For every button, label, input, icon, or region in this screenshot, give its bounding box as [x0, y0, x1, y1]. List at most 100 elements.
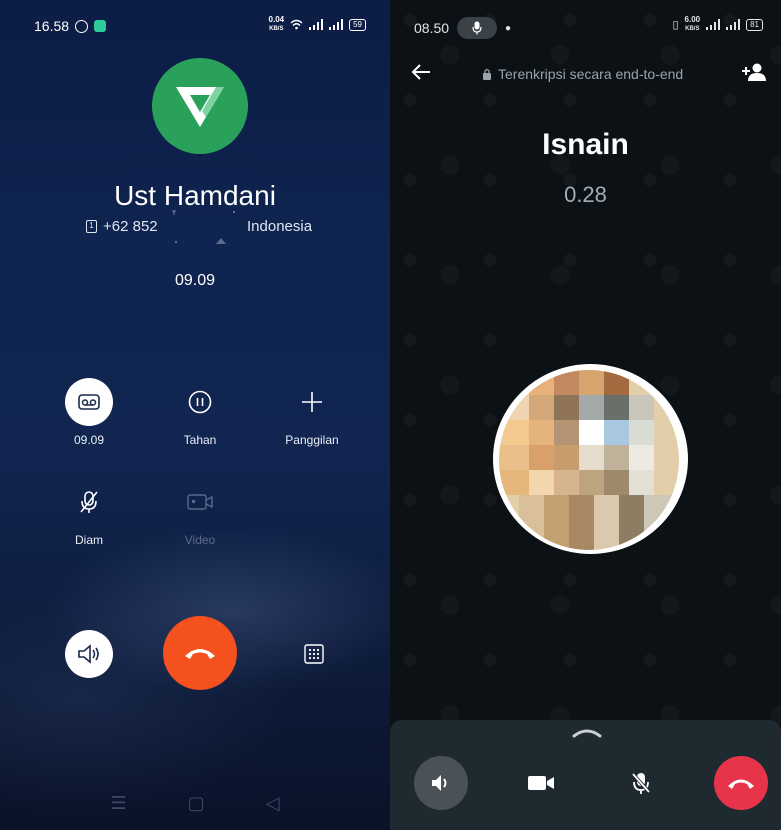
right-phone-whatsapp-call: 08.50 ● ▯ 6.00 KB/S 81 Terenkripsi secar…: [390, 0, 781, 830]
photo-pixel: [544, 495, 569, 550]
photo-pixel: [499, 445, 529, 470]
speaker-button[interactable]: [65, 630, 113, 678]
hang-up-icon: [185, 649, 215, 659]
add-participant-button[interactable]: [741, 62, 767, 87]
vibrate-icon: ▯: [672, 19, 679, 31]
caller-country: Indonesia: [247, 218, 313, 235]
status-time: 08.50: [414, 20, 450, 36]
photo-pixel: [504, 420, 529, 445]
call-duration: 09.09: [174, 272, 216, 289]
photo-pixel: [619, 495, 644, 550]
sim-card-icon: 1: [86, 220, 97, 233]
photo-pixel: [529, 470, 554, 495]
video-call-button[interactable]: [514, 756, 568, 810]
speaker-icon: [432, 775, 447, 791]
battery-indicator: 59: [349, 18, 366, 31]
add-call-label: Panggilan: [285, 433, 339, 447]
caller-number-text: +62 852: [103, 218, 158, 235]
battery-indicator: 81: [746, 18, 763, 31]
signal-icon-2: [726, 19, 741, 30]
contact-photo-pixelated: [493, 364, 688, 554]
keypad-icon: [304, 644, 324, 664]
caller-logo-icon: [176, 87, 224, 127]
app-notification-icon: [94, 20, 107, 32]
record-button[interactable]: 09.09: [44, 378, 134, 447]
whatsapp-icon: [75, 19, 89, 33]
network-speed-value: 6.00: [684, 15, 701, 24]
status-bar-right: 0.04 KB/S 59: [269, 16, 366, 33]
redaction-blur: [172, 210, 235, 244]
add-call-button[interactable]: Panggilan: [267, 378, 357, 447]
home-nav-icon[interactable]: ▢: [188, 793, 205, 814]
network-speed-unit: KB/S: [685, 26, 700, 32]
status-bar-right: ▯ 6.00 KB/S 81: [672, 16, 763, 33]
contact-photo-inner: [499, 370, 679, 550]
photo-pixel: [594, 495, 619, 550]
keypad-button[interactable]: [290, 630, 338, 678]
photo-pixel: [499, 470, 529, 495]
android-nav-bar: ☰ ▢ ◁: [0, 793, 390, 814]
photo-pixel: [579, 470, 604, 495]
photo-pixel: [644, 495, 679, 550]
mute-label: Diam: [74, 533, 103, 547]
network-speed-value: 0.04: [268, 15, 285, 24]
photo-pixel: [604, 370, 629, 395]
signal-icon: [309, 19, 324, 30]
photo-pixel: [529, 395, 554, 420]
call-duration: 0.28: [564, 182, 607, 207]
photo-pixel: [519, 495, 544, 550]
photo-pixel: [554, 395, 579, 420]
signal-icon: [706, 19, 721, 30]
photo-pixel: [554, 470, 579, 495]
photo-pixel: [579, 420, 604, 445]
menu-nav-icon[interactable]: ☰: [111, 793, 127, 814]
contact-name: Isnain: [542, 128, 629, 161]
hold-button[interactable]: Tahan: [155, 378, 245, 447]
notification-dot-icon: ●: [505, 22, 512, 34]
mic-off-icon: [65, 478, 113, 526]
network-speed: 0.04 KB/S: [269, 16, 285, 33]
mic-active-indicator: [457, 17, 498, 39]
back-arrow-icon: [411, 64, 430, 80]
add-call-icon: [288, 378, 336, 426]
hold-label: Tahan: [183, 433, 217, 447]
photo-pixel: [579, 445, 604, 470]
encryption-notice: Terenkripsi secara end-to-end: [482, 66, 683, 82]
photo-pixel: [569, 495, 594, 550]
video-icon: [176, 478, 224, 526]
mic-off-icon: [631, 772, 651, 794]
photo-pixel: [629, 470, 654, 495]
photo-pixel: [554, 420, 579, 445]
record-label: 09.09: [73, 433, 105, 447]
speaker-button[interactable]: [414, 756, 468, 810]
call-header: Terenkripsi secara end-to-end: [390, 62, 781, 88]
photo-pixel: [504, 395, 529, 420]
end-call-button[interactable]: [714, 756, 768, 810]
mute-button[interactable]: Diam: [44, 478, 134, 547]
speaker-icon: [78, 644, 99, 664]
wifi-icon: [290, 19, 303, 30]
network-speed: 6.00 KB/S: [685, 16, 701, 33]
video-camera-icon: [528, 776, 554, 790]
pause-icon: [176, 378, 224, 426]
photo-pixel: [579, 395, 604, 420]
call-controls-panel: [390, 720, 781, 830]
mute-button[interactable]: [614, 756, 668, 810]
hang-up-icon: [728, 779, 754, 789]
encryption-text: Terenkripsi secara end-to-end: [498, 66, 684, 82]
video-label: Video: [184, 533, 216, 547]
back-nav-icon[interactable]: ◁: [266, 793, 280, 814]
chevron-up-icon[interactable]: [572, 728, 602, 738]
photo-pixel: [604, 395, 629, 420]
back-button[interactable]: [410, 62, 432, 87]
end-call-button[interactable]: [163, 616, 237, 690]
photo-pixel: [604, 420, 629, 445]
status-bar-left: 16.58: [34, 18, 107, 34]
network-speed-unit: KB/S: [269, 26, 284, 32]
photo-pixel: [554, 445, 579, 470]
photo-pixel: [604, 445, 629, 470]
mic-icon: [472, 21, 482, 35]
video-button[interactable]: Video: [155, 478, 245, 547]
left-phone-call-screen: 16.58 0.04 KB/S 59 Ust Hamdani 1 +62 852…: [0, 0, 390, 830]
photo-pixel: [579, 370, 604, 395]
